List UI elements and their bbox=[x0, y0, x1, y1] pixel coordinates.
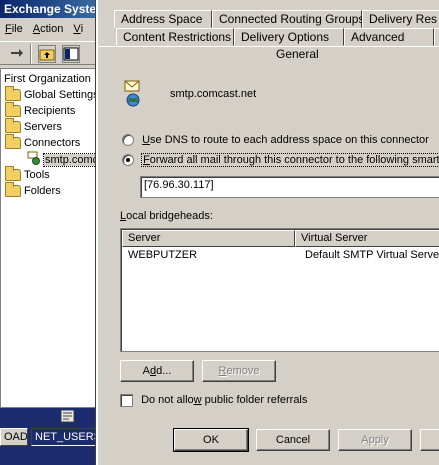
add-button[interactable]: Add... bbox=[120, 360, 194, 382]
tab-partial[interactable] bbox=[434, 28, 439, 46]
radio-use-dns[interactable]: Use DNS to route to each address space o… bbox=[122, 134, 429, 147]
background-window-title: Exchange System bbox=[0, 0, 100, 18]
smtp-connector-icon bbox=[124, 80, 144, 111]
forward-arrow-icon[interactable] bbox=[8, 45, 26, 63]
toolbar-separator bbox=[30, 44, 31, 64]
column-header-virtual-server[interactable]: Virtual Server bbox=[295, 230, 439, 247]
tree-item-connectors[interactable]: Connectors bbox=[5, 134, 80, 151]
radio-use-dns-label: Use DNS to route to each address space o… bbox=[142, 134, 429, 146]
remove-button[interactable]: Remove bbox=[202, 360, 276, 382]
tab-address-space[interactable]: Address Space bbox=[114, 10, 212, 28]
folder-icon bbox=[5, 166, 21, 182]
tab-strip-edge bbox=[98, 46, 439, 47]
tab-content-restrictions[interactable]: Content Restrictions bbox=[116, 28, 234, 46]
taskbar: OADS NET_USERS. bbox=[0, 408, 96, 465]
table-row[interactable]: WEBPUTZER Default SMTP Virtual Server bbox=[122, 249, 439, 263]
smarthost-input[interactable]: [76.96.30.117] bbox=[140, 176, 439, 198]
menu-bar: File Action Vi bbox=[0, 20, 100, 40]
radio-button[interactable] bbox=[122, 154, 134, 167]
cell-server: WEBPUTZER bbox=[128, 249, 198, 261]
tree-item-recipients[interactable]: Recipients bbox=[5, 102, 75, 119]
checkbox-label: Do not allow public folder referrals bbox=[141, 394, 308, 407]
toolbar bbox=[0, 41, 100, 65]
menu-file[interactable]: File bbox=[0, 20, 28, 35]
up-folder-icon[interactable] bbox=[38, 45, 56, 63]
cancel-button[interactable]: Cancel bbox=[256, 429, 330, 451]
folder-icon bbox=[5, 182, 21, 198]
tab-general[interactable]: General bbox=[276, 47, 319, 61]
tree-root[interactable]: First Organization bbox=[4, 71, 91, 87]
tab-advanced[interactable]: Advanced bbox=[344, 28, 434, 46]
tree-item-servers[interactable]: Servers bbox=[5, 118, 62, 135]
radio-button[interactable] bbox=[122, 134, 134, 147]
connector-name: smtp.comcast.net bbox=[170, 88, 257, 100]
ok-button[interactable]: OK bbox=[173, 428, 249, 452]
show-hide-tree-icon[interactable] bbox=[62, 45, 80, 63]
taskbar-button-oads[interactable]: OADS bbox=[0, 428, 28, 446]
help-button-partial[interactable] bbox=[420, 429, 439, 451]
checkbox[interactable] bbox=[120, 394, 133, 407]
tree-item-tools[interactable]: Tools bbox=[5, 166, 50, 183]
tree-item-global-settings[interactable]: Global Settings bbox=[5, 86, 95, 103]
tab-delivery-options[interactable]: Delivery Options bbox=[234, 28, 344, 46]
folder-icon bbox=[5, 134, 21, 150]
radio-forward-smarthost[interactable]: UForward all mail through this connector… bbox=[122, 153, 439, 167]
radio-forward-smarthost-label: UForward all mail through this connector… bbox=[141, 153, 439, 167]
tab-connected-routing-groups[interactable]: Connected Routing Groups bbox=[212, 10, 364, 28]
cell-virtual-server: Default SMTP Virtual Server bbox=[305, 249, 439, 261]
apply-button[interactable]: Apply bbox=[338, 429, 412, 451]
menu-view[interactable]: Vi bbox=[68, 20, 88, 35]
no-public-folder-referrals-checkbox[interactable]: Do not allow public folder referrals bbox=[120, 394, 307, 407]
folder-icon bbox=[5, 118, 21, 134]
bridgeheads-list[interactable]: Server Virtual Server WEBPUTZER Default … bbox=[120, 228, 439, 352]
document-icon bbox=[60, 409, 76, 427]
connector-properties-dialog: Address Space Connected Routing Groups D… bbox=[96, 0, 439, 465]
taskbar-button-net-users[interactable]: NET_USERS. bbox=[31, 428, 96, 446]
folder-icon bbox=[5, 102, 21, 118]
tree-item-folders[interactable]: Folders bbox=[5, 182, 61, 199]
bridgeheads-label: Local bridgeheads: bbox=[120, 210, 213, 222]
tree-item-smtp-connector[interactable]: smtp.comcast.net bbox=[27, 151, 95, 168]
tab-delivery-restrictions[interactable]: Delivery Res bbox=[362, 10, 439, 28]
folder-icon bbox=[5, 86, 21, 102]
console-tree: First Organization Global Settings Recip… bbox=[0, 68, 96, 408]
menu-action[interactable]: Action bbox=[28, 20, 69, 35]
column-header-server[interactable]: Server bbox=[122, 230, 295, 247]
